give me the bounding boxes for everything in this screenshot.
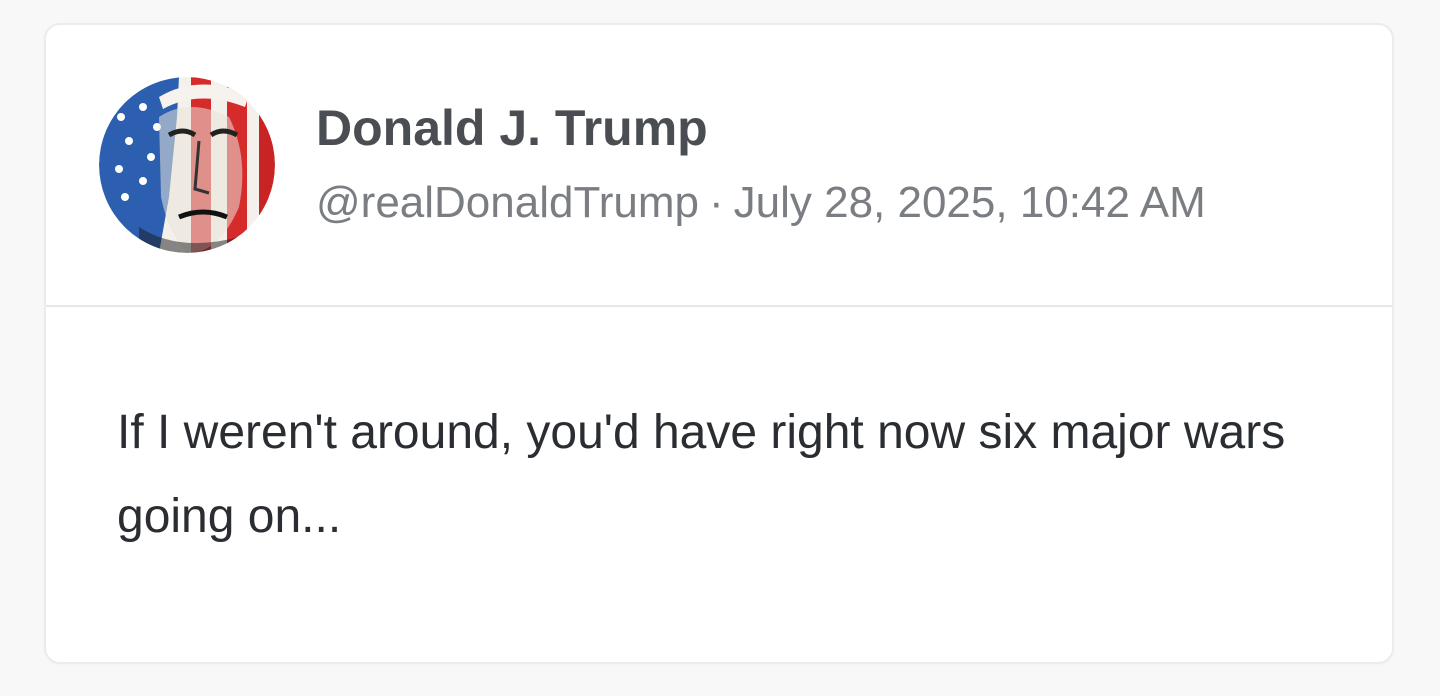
author-display-name[interactable]: Donald J. Trump [316, 99, 708, 157]
flag-portrait-avatar-icon [99, 77, 275, 253]
meta-separator: · [708, 178, 724, 227]
post-meta: @realDonaldTrump · July 28, 2025, 10:42 AM [316, 178, 1206, 228]
post-header: Donald J. Trump @realDonaldTrump · July 28… [46, 25, 1392, 307]
author-handle[interactable]: @realDonaldTrump [316, 178, 699, 227]
post-card: Donald J. Trump @realDonaldTrump · July 28… [44, 23, 1394, 664]
avatar[interactable] [99, 77, 275, 253]
post-body-text: If I weren't around, you'd have right no… [117, 406, 1286, 543]
post-timestamp[interactable]: July 28, 2025, 10:42 AM [734, 178, 1206, 227]
